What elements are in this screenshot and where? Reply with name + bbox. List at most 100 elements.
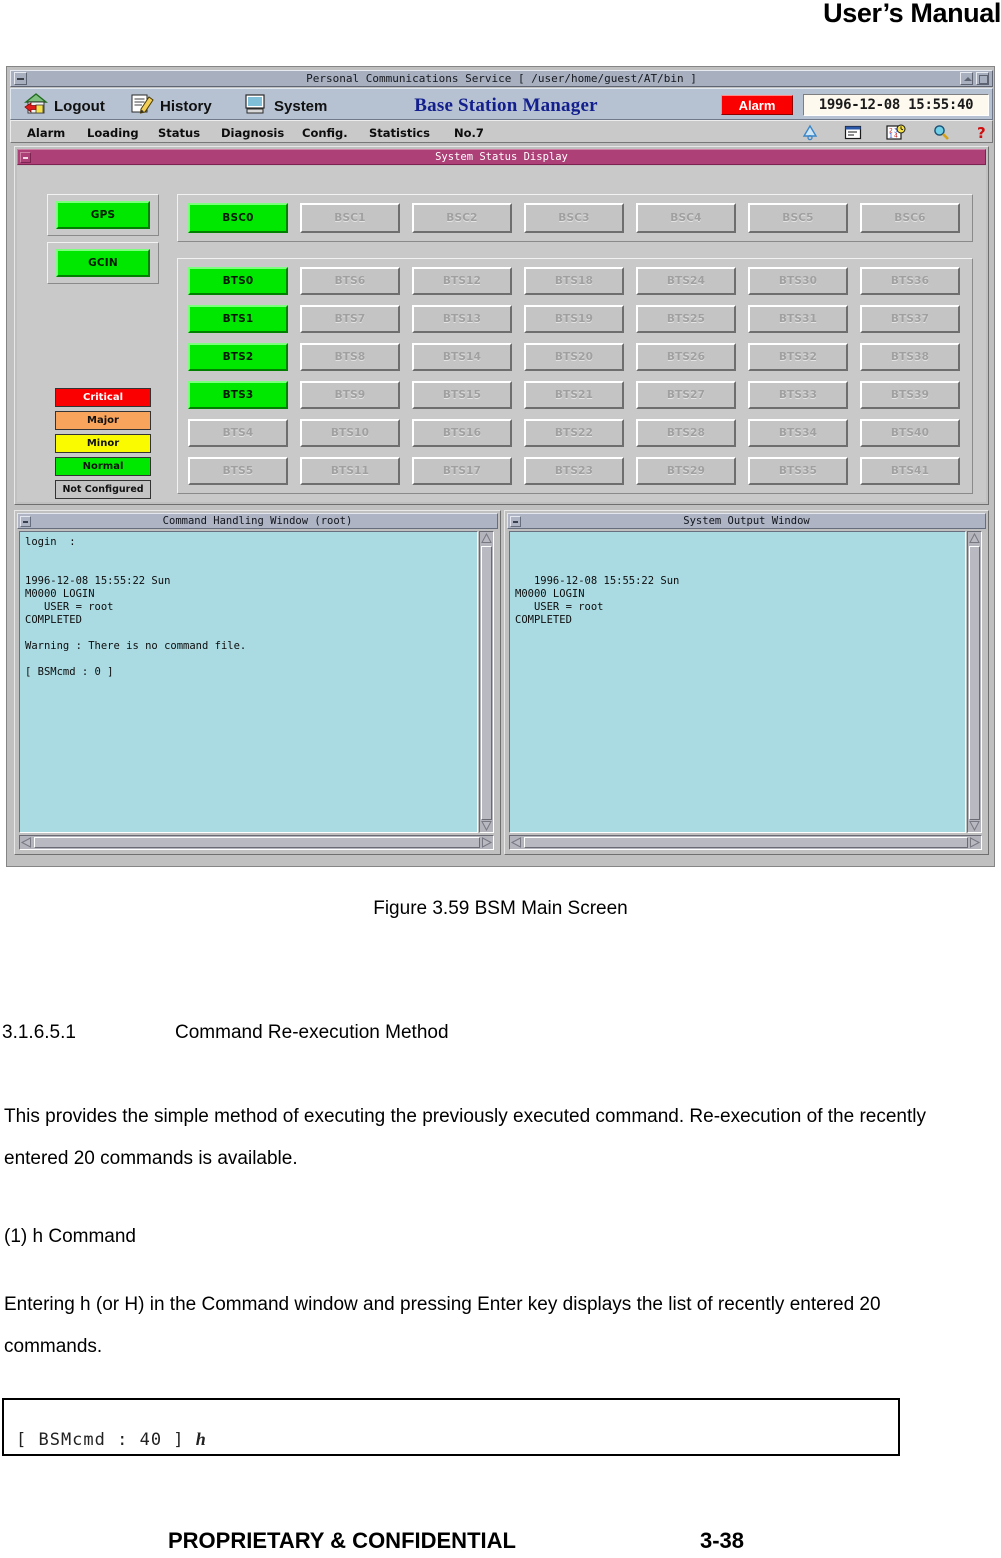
branding-toolbar: Logout History System Base Station Manag… bbox=[10, 88, 993, 120]
command-window-titlebar: Command Handling Window (root) bbox=[17, 513, 498, 529]
bsc-button-4[interactable]: BSC4 bbox=[636, 203, 736, 233]
bts-button-38[interactable]: BTS38 bbox=[860, 343, 960, 371]
bts-button-18[interactable]: BTS18 bbox=[524, 267, 624, 295]
bts-button-33[interactable]: BTS33 bbox=[748, 381, 848, 409]
bts-button-7[interactable]: BTS7 bbox=[300, 305, 400, 333]
bts-button-35[interactable]: BTS35 bbox=[748, 457, 848, 485]
scroll-up-arrow-icon[interactable] bbox=[968, 532, 981, 545]
bts-button-27[interactable]: BTS27 bbox=[636, 381, 736, 409]
magnifier-icon[interactable] bbox=[932, 124, 950, 141]
maximize-button[interactable] bbox=[976, 72, 989, 85]
bts-button-4[interactable]: BTS4 bbox=[188, 419, 288, 447]
bts-button-39[interactable]: BTS39 bbox=[860, 381, 960, 409]
system-button[interactable]: System bbox=[243, 93, 327, 120]
scroll-left-arrow-icon[interactable] bbox=[20, 836, 33, 849]
scroll-down-arrow-icon[interactable] bbox=[480, 819, 493, 832]
menu-item-diagnosis[interactable]: Diagnosis bbox=[217, 124, 288, 141]
menu-item-status[interactable]: Status bbox=[154, 124, 204, 141]
bts-button-19[interactable]: BTS19 bbox=[524, 305, 624, 333]
bts-button-17[interactable]: BTS17 bbox=[412, 457, 512, 485]
bts-button-10[interactable]: BTS10 bbox=[300, 419, 400, 447]
bts-button-28[interactable]: BTS28 bbox=[636, 419, 736, 447]
restore-button[interactable] bbox=[960, 72, 973, 85]
bts-button-36[interactable]: BTS36 bbox=[860, 267, 960, 295]
bts-button-29[interactable]: BTS29 bbox=[636, 457, 736, 485]
bts-button-21[interactable]: BTS21 bbox=[524, 381, 624, 409]
bts-button-24[interactable]: BTS24 bbox=[636, 267, 736, 295]
bts-button-31[interactable]: BTS31 bbox=[748, 305, 848, 333]
bsc-button-6[interactable]: BSC6 bbox=[860, 203, 960, 233]
bts-button-5[interactable]: BTS5 bbox=[188, 457, 288, 485]
footer-confidential-label: PROPRIETARY & CONFIDENTIAL bbox=[168, 1528, 516, 1553]
bts-button-37[interactable]: BTS37 bbox=[860, 305, 960, 333]
menu-item-no7[interactable]: No.7 bbox=[450, 124, 488, 141]
logout-button[interactable]: Logout bbox=[23, 93, 105, 120]
gcin-button[interactable]: GCIN bbox=[56, 249, 150, 277]
bts-button-13[interactable]: BTS13 bbox=[412, 305, 512, 333]
legend-critical: Critical bbox=[55, 388, 151, 407]
menu-item-statistics[interactable]: Statistics bbox=[365, 124, 434, 141]
output-window-vscroll-thumb[interactable] bbox=[969, 546, 980, 820]
bts-button-8[interactable]: BTS8 bbox=[300, 343, 400, 371]
bsc-button-5[interactable]: BSC5 bbox=[748, 203, 848, 233]
scroll-left-arrow-icon[interactable] bbox=[510, 836, 523, 849]
scroll-down-arrow-icon[interactable] bbox=[968, 819, 981, 832]
ssd-body: GPS GCIN Critical Major Minor Normal Not… bbox=[17, 166, 986, 502]
history-button[interactable]: History bbox=[129, 93, 212, 120]
bts-button-1[interactable]: BTS1 bbox=[188, 305, 288, 333]
command-window-title: Command Handling Window (root) bbox=[162, 515, 353, 527]
bsc-button-0[interactable]: BSC0 bbox=[188, 203, 288, 233]
command-window-hscroll-thumb[interactable] bbox=[34, 837, 480, 848]
bts-button-12[interactable]: BTS12 bbox=[412, 267, 512, 295]
gps-group: GPS bbox=[47, 194, 159, 236]
bts-button-20[interactable]: BTS20 bbox=[524, 343, 624, 371]
scroll-right-arrow-icon[interactable] bbox=[968, 836, 981, 849]
calendar-clock-icon[interactable]: 2 3 1 4 bbox=[886, 124, 906, 141]
bts-button-30[interactable]: BTS30 bbox=[748, 267, 848, 295]
help-question-icon[interactable]: ? bbox=[973, 124, 991, 142]
bts-button-34[interactable]: BTS34 bbox=[748, 419, 848, 447]
alarm-button[interactable]: Alarm bbox=[721, 95, 793, 115]
output-window-hscrollbar[interactable] bbox=[509, 835, 982, 850]
page-title: User’s Manual bbox=[823, 0, 1001, 28]
bts-button-9[interactable]: BTS9 bbox=[300, 381, 400, 409]
command-window-vscrollbar[interactable] bbox=[479, 531, 494, 833]
menu-item-alarm[interactable]: Alarm bbox=[23, 124, 69, 141]
command-example-prompt: [ BSMcmd : 40 ] bbox=[16, 1430, 185, 1450]
bts-button-22[interactable]: BTS22 bbox=[524, 419, 624, 447]
bts-button-14[interactable]: BTS14 bbox=[412, 343, 512, 371]
message-window-icon[interactable] bbox=[844, 124, 862, 141]
ssd-title-label: System Status Display bbox=[435, 151, 568, 163]
output-window-text[interactable]: 1996-12-08 15:55:22 Sun M0000 LOGIN USER… bbox=[509, 531, 966, 833]
bts-button-15[interactable]: BTS15 bbox=[412, 381, 512, 409]
bts-button-16[interactable]: BTS16 bbox=[412, 419, 512, 447]
output-window-vscrollbar[interactable] bbox=[967, 531, 982, 833]
bsc-button-3[interactable]: BSC3 bbox=[524, 203, 624, 233]
bts-button-41[interactable]: BTS41 bbox=[860, 457, 960, 485]
bts-button-11[interactable]: BTS11 bbox=[300, 457, 400, 485]
bell-icon[interactable] bbox=[801, 124, 819, 141]
command-window-hscrollbar[interactable] bbox=[19, 835, 494, 850]
bts-button-3[interactable]: BTS3 bbox=[188, 381, 288, 409]
bts-button-32[interactable]: BTS32 bbox=[748, 343, 848, 371]
output-window-hscroll-thumb[interactable] bbox=[524, 837, 968, 848]
bts-button-2[interactable]: BTS2 bbox=[188, 343, 288, 371]
menu-item-loading[interactable]: Loading bbox=[83, 124, 143, 141]
bts-button-40[interactable]: BTS40 bbox=[860, 419, 960, 447]
gps-button[interactable]: GPS bbox=[56, 201, 150, 229]
bsc-button-2[interactable]: BSC2 bbox=[412, 203, 512, 233]
bts-button-6[interactable]: BTS6 bbox=[300, 267, 400, 295]
menu-item-config[interactable]: Config. bbox=[298, 124, 352, 141]
bts-button-26[interactable]: BTS26 bbox=[636, 343, 736, 371]
legend-minor: Minor bbox=[55, 434, 151, 453]
command-window-vscroll-thumb[interactable] bbox=[481, 546, 492, 820]
command-window-text[interactable]: login : 1996-12-08 15:55:22 Sun M0000 LO… bbox=[19, 531, 478, 833]
bts-button-25[interactable]: BTS25 bbox=[636, 305, 736, 333]
status-legend: Critical Major Minor Normal Not Configur… bbox=[55, 388, 151, 499]
figure-caption: Figure 3.59 BSM Main Screen bbox=[373, 898, 628, 919]
scroll-up-arrow-icon[interactable] bbox=[480, 532, 493, 545]
bts-button-0[interactable]: BTS0 bbox=[188, 267, 288, 295]
bts-button-23[interactable]: BTS23 bbox=[524, 457, 624, 485]
bsc-button-1[interactable]: BSC1 bbox=[300, 203, 400, 233]
scroll-right-arrow-icon[interactable] bbox=[480, 836, 493, 849]
